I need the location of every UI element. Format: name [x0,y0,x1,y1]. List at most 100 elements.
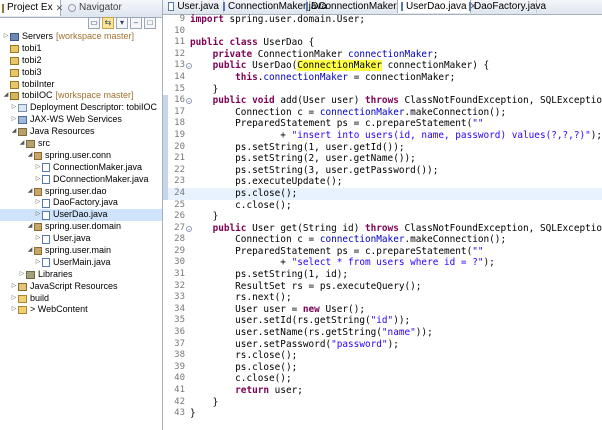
code-line[interactable]: 19 + "insert into users(id, name, passwo… [163,129,602,142]
code-line[interactable]: 20 ps.setString(1, user.getId()); [163,141,602,154]
expanded-arrow-icon[interactable]: ◢ [2,90,10,102]
tree-item[interactable]: ◢ spring.user.main [0,245,162,257]
tree-item[interactable]: ▷ > WebContent [0,304,162,316]
code-line[interactable]: 35 user.setId(rs.getString("id")); [163,315,602,327]
tree-item[interactable]: ▷ Libraries [0,269,162,281]
code-line[interactable]: 40 c.close(); [163,373,602,385]
code-editor: User.java ConnectionMaker.java DConnection… [163,0,602,430]
tree-item[interactable]: ▷ Servers [workspace master] [0,31,162,43]
code-line[interactable]: 16- public void add(User user) throws Cl… [163,95,602,107]
tree-item[interactable]: ◢ tobiIOC [workspace master] [0,90,162,102]
code-line[interactable]: 18 PreparedStatement ps = c.prepareState… [163,118,602,130]
line-number: 11 [174,37,185,48]
tree-item[interactable]: ◢ Java Resources [0,126,162,138]
collapsed-arrow-icon[interactable]: ▷ [34,197,42,209]
code-text: public User get(String id) throws ClassN… [212,222,602,234]
code-line[interactable]: 27- public User get(String id) throws Cl… [163,223,602,235]
tree-item[interactable]: ▷ JAX-WS Web Services [0,114,162,126]
tree-item[interactable]: tobiInter [0,79,162,91]
tree-item[interactable]: ◢ spring.user.conn [0,150,162,162]
code-line[interactable]: 41 return user; [163,385,602,397]
code-line[interactable]: 17 Connection c = connectionMaker.makeCo… [163,106,602,119]
collapsed-arrow-icon[interactable]: ▷ [34,233,42,245]
code-line[interactable]: 21 ps.setString(2, user.getName()); [163,153,602,165]
code-line[interactable]: 29 PreparedStatement ps = c.prepareState… [163,246,602,258]
code-line[interactable]: 32 ResultSet rs = ps.executeQuery(); [163,281,602,293]
code-line[interactable]: 28 Connection c = connectionMaker.makeCo… [163,234,602,246]
expanded-arrow-icon[interactable]: ◢ [18,138,26,150]
code-line[interactable]: 39 ps.close(); [163,362,602,374]
tree-item[interactable]: ▷ UserMain.java [0,257,162,269]
tab-project-explorer[interactable]: Project Ex ✕ [0,0,64,16]
code-line[interactable]: 30 + "select * from users where id = ?")… [163,257,602,269]
tree-item[interactable]: ▷ DaoFactory.java [0,197,162,209]
code-line[interactable]: 26 } [163,211,602,223]
code-line[interactable]: 22 ps.setString(3, user.getPassword()); [163,164,602,177]
code-line[interactable]: 25 c.close(); [163,200,602,212]
code-line[interactable]: 12 private ConnectionMaker connectionMak… [163,49,602,61]
collapsed-arrow-icon[interactable]: ▷ [10,114,18,126]
collapse-all-icon[interactable]: ▭ [88,17,100,29]
tree-item[interactable]: ▷ DConnectionMaker.java [0,174,162,186]
code-line[interactable]: 13- public UserDao(ConnectionMaker conne… [163,60,602,72]
ws-icon [18,116,27,125]
collapsed-arrow-icon[interactable]: ▷ [34,162,42,174]
tree-item[interactable]: ▷ build [0,293,162,305]
code-line[interactable]: 37 user.setPassword("password"); [163,339,602,351]
expanded-arrow-icon[interactable]: ◢ [10,126,18,138]
editor-tab-label: DaoFactory.java [474,1,547,12]
code-line[interactable]: 10 [163,26,602,38]
expanded-arrow-icon[interactable]: ◢ [26,221,34,233]
maximize-icon[interactable]: □ [144,17,156,29]
collapsed-arrow-icon[interactable]: ▷ [10,293,18,305]
code-line[interactable]: 34 User user = new User(); [163,304,602,316]
expanded-arrow-icon[interactable]: ◢ [26,186,34,198]
collapsed-arrow-icon[interactable]: ▷ [18,269,26,281]
tree-item[interactable]: ▷ User.java [0,233,162,245]
expanded-arrow-icon[interactable]: ◢ [26,245,34,257]
tree-item[interactable]: tobi2 [0,55,162,67]
code-line[interactable]: 43} [163,408,602,420]
code-line[interactable]: 31 ps.setString(1, id); [163,269,602,281]
code-line[interactable]: 23 ps.executeUpdate(); [163,176,602,188]
tree-item[interactable]: ▷ UserDao.java [0,209,162,222]
editor-tab[interactable]: DConnectionMaker.java [303,0,417,13]
tab-navigator[interactable]: Navigator [64,0,134,16]
code-line[interactable]: 24 ps.close(); [163,187,602,200]
collapsed-arrow-icon[interactable]: ▷ [34,257,42,269]
minimize-icon[interactable]: – [130,17,142,29]
collapsed-arrow-icon[interactable]: ▷ [34,209,42,221]
tree-item[interactable]: ▷ Deployment Descriptor: tobiIOC [0,102,162,114]
tree-item-label: tobi2 [22,54,42,65]
code-line[interactable]: 33 rs.next(); [163,292,602,304]
collapsed-arrow-icon[interactable]: ▷ [10,281,18,293]
editor-tab[interactable]: DaoFactory.java [466,0,546,13]
code-line[interactable]: 9 import spring.user.domain.User; [163,14,602,26]
editor-tab[interactable]: ConnectionMaker.java [220,0,327,13]
collapsed-arrow-icon[interactable]: ▷ [10,304,18,316]
collapsed-arrow-icon[interactable]: ▷ [34,174,42,186]
tree-item[interactable]: tobi3 [0,67,162,79]
tree-item[interactable]: ▷ JavaScript Resources [0,281,162,293]
tree-item[interactable]: ▷ ConnectionMaker.java [0,162,162,174]
view-menu-icon[interactable]: ▾ [116,17,128,29]
code-line[interactable]: 15 } [163,84,602,96]
editor-tab[interactable]: UserDao.java ✕ [397,0,477,13]
collapsed-arrow-icon[interactable]: ▷ [2,31,10,43]
code-area[interactable]: 9 import spring.user.domain.User; 10 11 publ… [163,14,602,430]
tree-item[interactable]: ◢ spring.user.dao [0,186,162,198]
tree-item[interactable]: ◢ src [0,138,162,150]
code-line[interactable]: 11 public class UserDao { [163,37,602,49]
collapsed-arrow-icon[interactable]: ▷ [10,102,18,114]
code-line[interactable]: 14 this.connectionMaker = connectionMake… [163,72,602,84]
code-line[interactable]: 36 user.setName(rs.getString("name")); [163,327,602,339]
close-icon[interactable]: ✕ [56,0,64,16]
expanded-arrow-icon[interactable]: ◢ [26,150,34,162]
code-text: c.close(); [190,199,292,211]
code-line[interactable]: 42 } [163,397,602,409]
tree-item[interactable]: ◢ spring.user.domain [0,221,162,233]
link-with-editor-icon[interactable]: ⇆ [102,17,114,29]
code-line[interactable]: 38 rs.close(); [163,350,602,362]
tree-item[interactable]: tobi1 [0,43,162,55]
editor-tab[interactable]: User.java [165,0,224,13]
